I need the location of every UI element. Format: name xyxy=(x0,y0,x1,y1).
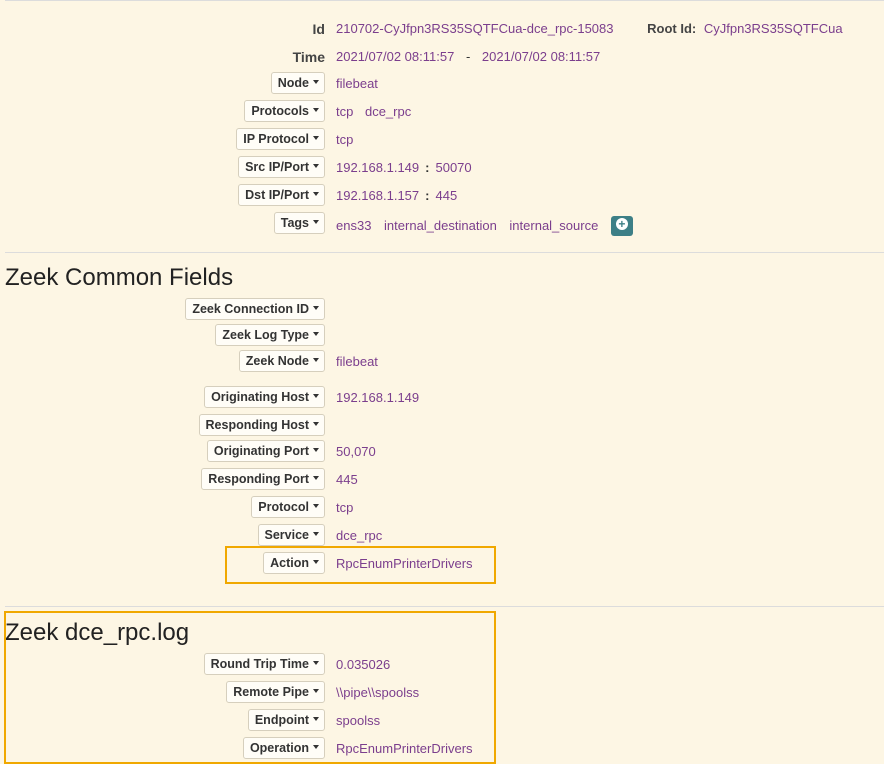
protocol-dropdown-button[interactable]: Protocol xyxy=(251,496,325,518)
originating-port-dropdown-button[interactable]: Originating Port xyxy=(206,440,325,462)
caret-down-icon xyxy=(313,220,319,224)
row-protocol: Protocol tcp xyxy=(0,496,884,522)
row-time: Time 2021/07/02 08:11:57 - 2021/07/02 08… xyxy=(0,45,884,71)
zeek-node-value[interactable]: filebeat xyxy=(336,354,378,369)
zeek-node-dropdown-button[interactable]: Zeek Node xyxy=(238,350,325,372)
caret-down-icon xyxy=(313,80,319,84)
row-id: Id 210702-CyJfpn3RS35SQTFCua-dce_rpc-150… xyxy=(0,17,884,43)
row-responding-host: Responding Host xyxy=(0,414,884,440)
tag-value-2[interactable]: internal_source xyxy=(509,218,598,233)
node-button-label: Node xyxy=(277,76,309,90)
protocols-dropdown-button[interactable]: Protocols xyxy=(244,100,325,122)
src-ip-port-dropdown-button[interactable]: Src IP/Port xyxy=(238,156,325,178)
row-ip-protocol: IP Protocol tcp xyxy=(0,128,884,154)
src-ip-value[interactable]: 192.168.1.149 xyxy=(336,160,419,175)
dst-ip-value[interactable]: 192.168.1.157 xyxy=(336,188,419,203)
row-tags: Tags ens33 internal_destination internal… xyxy=(0,212,884,238)
row-responding-port: Responding Port 445 xyxy=(0,468,884,494)
caret-down-icon xyxy=(313,136,319,140)
row-zeek-node: Zeek Node filebeat xyxy=(0,350,884,376)
protocol-value[interactable]: tcp xyxy=(336,500,353,515)
time-label: Time xyxy=(292,49,325,65)
section-divider-2 xyxy=(5,606,884,607)
id-value[interactable]: 210702-CyJfpn3RS35SQTFCua-dce_rpc-15083 xyxy=(336,21,614,36)
time-start[interactable]: 2021/07/02 08:11:57 xyxy=(336,49,454,64)
zeek-log-type-label: Zeek Log Type xyxy=(222,328,309,342)
protocol-value-1[interactable]: dce_rpc xyxy=(365,104,411,119)
caret-down-icon xyxy=(313,448,319,452)
row-node: Node filebeat xyxy=(0,72,884,98)
protocol-label: Protocol xyxy=(258,500,309,514)
service-dropdown-button[interactable]: Service xyxy=(257,524,325,546)
id-label: Id xyxy=(312,21,325,37)
zeek-connection-id-dropdown-button[interactable]: Zeek Connection ID xyxy=(185,298,325,320)
zeek-node-label: Zeek Node xyxy=(245,354,309,368)
caret-down-icon xyxy=(313,332,319,336)
responding-host-dropdown-button[interactable]: Responding Host xyxy=(198,414,325,436)
top-divider xyxy=(5,0,884,1)
tag-value-1[interactable]: internal_destination xyxy=(384,218,497,233)
originating-host-dropdown-button[interactable]: Originating Host xyxy=(204,386,325,408)
protocols-button-label: Protocols xyxy=(251,104,309,118)
responding-port-label: Responding Port xyxy=(208,472,309,486)
originating-port-label: Originating Port xyxy=(213,444,309,458)
originating-host-value[interactable]: 192.168.1.149 xyxy=(336,390,419,405)
row-src: Src IP/Port 192.168.1.149:50070 xyxy=(0,156,884,182)
zeek-common-title: Zeek Common Fields xyxy=(5,264,234,291)
row-dst: Dst IP/Port 192.168.1.157:445 xyxy=(0,184,884,210)
time-end[interactable]: 2021/07/02 08:11:57 xyxy=(482,49,600,64)
ip-protocol-value[interactable]: tcp xyxy=(336,132,353,147)
node-value[interactable]: filebeat xyxy=(336,76,378,91)
caret-down-icon xyxy=(313,504,319,508)
caret-down-icon xyxy=(313,476,319,480)
caret-down-icon xyxy=(313,358,319,362)
caret-down-icon xyxy=(313,422,319,426)
dst-ip-port-dropdown-button[interactable]: Dst IP/Port xyxy=(238,184,325,206)
src-button-label: Src IP/Port xyxy=(245,160,309,174)
row-zeek-connection-id: Zeek Connection ID xyxy=(0,298,884,324)
responding-host-label: Responding Host xyxy=(205,418,309,432)
row-zeek-log-type: Zeek Log Type xyxy=(0,324,884,350)
originating-port-value[interactable]: 50,070 xyxy=(336,444,376,459)
dce-rpc-highlight-box xyxy=(4,611,496,764)
src-colon: : xyxy=(425,160,430,175)
tags-dropdown-button[interactable]: Tags xyxy=(273,212,325,234)
service-value[interactable]: dce_rpc xyxy=(336,528,382,543)
caret-down-icon xyxy=(313,192,319,196)
protocol-value-0[interactable]: tcp xyxy=(336,104,353,119)
caret-down-icon xyxy=(313,532,319,536)
zeek-log-type-dropdown-button[interactable]: Zeek Log Type xyxy=(215,324,325,346)
row-originating-port: Originating Port 50,070 xyxy=(0,440,884,466)
src-port-value[interactable]: 50070 xyxy=(435,160,471,175)
root-id-label: Root Id: xyxy=(647,21,697,36)
caret-down-icon xyxy=(313,164,319,168)
plus-circle-icon[interactable] xyxy=(610,216,633,236)
service-label: Service xyxy=(264,528,309,542)
caret-down-icon xyxy=(313,394,319,398)
responding-port-dropdown-button[interactable]: Responding Port xyxy=(201,468,325,490)
ip-protocol-button-label: IP Protocol xyxy=(243,132,309,146)
originating-host-label: Originating Host xyxy=(211,390,309,404)
row-originating-host: Originating Host 192.168.1.149 xyxy=(0,386,884,412)
action-highlight-box xyxy=(225,546,496,584)
dst-button-label: Dst IP/Port xyxy=(245,188,309,202)
tag-value-0[interactable]: ens33 xyxy=(336,218,371,233)
caret-down-icon xyxy=(313,306,319,310)
tags-button-label: Tags xyxy=(280,216,309,230)
section-divider-1 xyxy=(5,252,884,253)
row-protocols: Protocols tcp dce_rpc xyxy=(0,100,884,126)
zeek-connection-id-label: Zeek Connection ID xyxy=(192,302,309,316)
root-id-value[interactable]: CyJfpn3RS35SQTFCua xyxy=(704,21,843,36)
node-dropdown-button[interactable]: Node xyxy=(270,72,325,94)
time-separator: - xyxy=(465,49,471,64)
ip-protocol-dropdown-button[interactable]: IP Protocol xyxy=(236,128,325,150)
responding-port-value[interactable]: 445 xyxy=(336,472,358,487)
caret-down-icon xyxy=(313,108,319,112)
dst-port-value[interactable]: 445 xyxy=(435,188,457,203)
dst-colon: : xyxy=(425,188,430,203)
